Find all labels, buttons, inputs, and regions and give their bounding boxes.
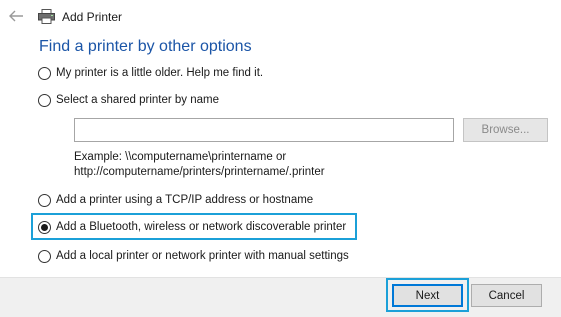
option-bluetooth-wireless[interactable]: Add a Bluetooth, wireless or network dis… xyxy=(38,219,346,235)
option-local-manual-label: Add a local printer or network printer w… xyxy=(56,250,349,262)
radio-bluetooth-wireless[interactable] xyxy=(38,220,51,234)
browse-button[interactable]: Browse... xyxy=(463,118,548,142)
page-heading: Find a printer by other options xyxy=(39,38,252,55)
radio-tcp-ip[interactable] xyxy=(38,193,51,207)
radio-older-printer[interactable] xyxy=(38,66,51,80)
option-bluetooth-wireless-label: Add a Bluetooth, wireless or network dis… xyxy=(56,221,347,233)
option-shared-printer[interactable]: Select a shared printer by name xyxy=(38,92,219,108)
option-tcp-ip[interactable]: Add a printer using a TCP/IP address or … xyxy=(38,192,313,208)
back-arrow-icon[interactable] xyxy=(8,9,24,23)
example-text: Example: \\computername\printername or h… xyxy=(74,150,325,180)
window-title: Add Printer xyxy=(62,10,123,24)
example-line-2: http://computername/printers/printername… xyxy=(74,166,325,178)
next-button[interactable]: Next xyxy=(392,284,463,307)
option-local-manual[interactable]: Add a local printer or network printer w… xyxy=(38,248,349,264)
option-older-printer-label: My printer is a little older. Help me fi… xyxy=(56,67,264,79)
option-tcp-ip-label: Add a printer using a TCP/IP address or … xyxy=(56,194,314,206)
example-line-1: Example: \\computername\printername or xyxy=(74,151,287,163)
option-shared-printer-label: Select a shared printer by name xyxy=(56,94,220,106)
option-older-printer[interactable]: My printer is a little older. Help me fi… xyxy=(38,65,263,81)
title-bar: Add Printer xyxy=(0,0,561,34)
shared-printer-name-input[interactable] xyxy=(74,118,454,142)
radio-local-manual[interactable] xyxy=(38,249,51,263)
cancel-button[interactable]: Cancel xyxy=(471,284,542,307)
radio-shared-printer[interactable] xyxy=(38,93,51,107)
printer-icon xyxy=(38,9,55,24)
